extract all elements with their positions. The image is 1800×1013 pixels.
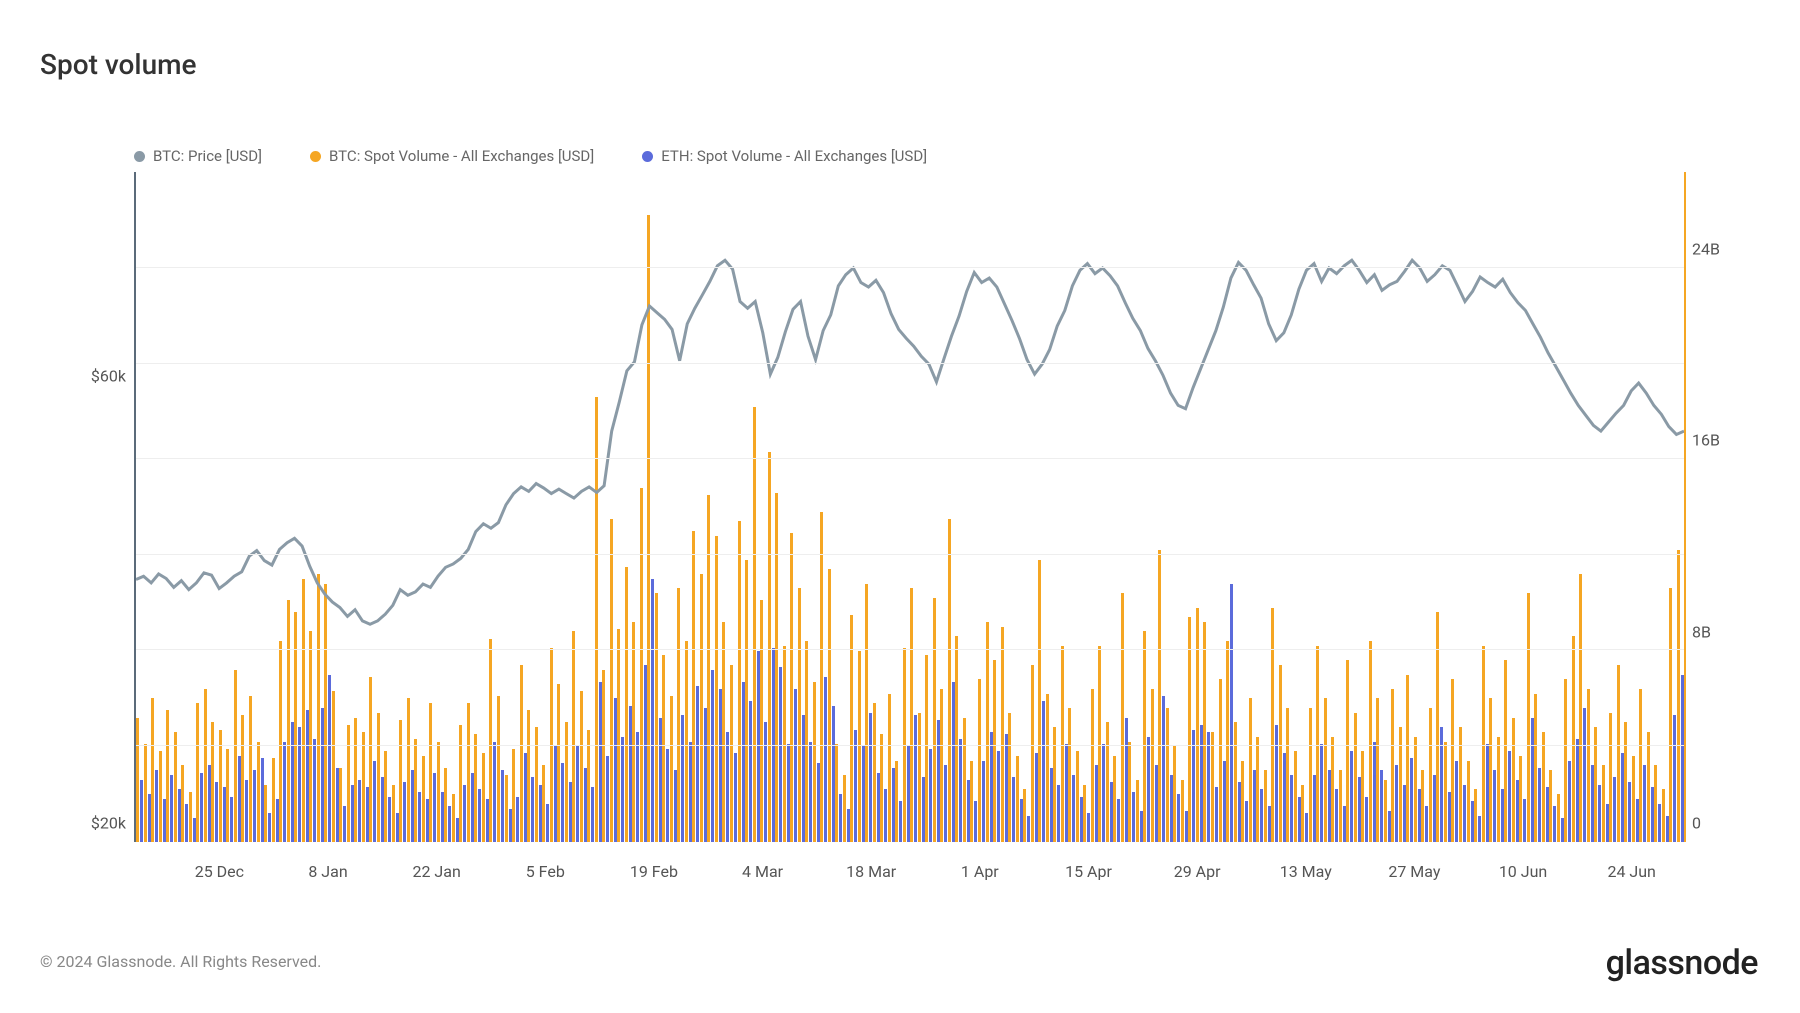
x-tick: 13 May <box>1280 862 1332 881</box>
x-tick: 5 Feb <box>526 862 565 881</box>
chart-area: $20k$60k08B16B24B 25 Dec8 Jan22 Jan5 Feb… <box>40 172 1760 892</box>
y-right-tick: 16B <box>1692 431 1746 450</box>
gridline <box>136 363 1684 364</box>
x-axis-labels: 25 Dec 8 Jan 22 Jan 5 Feb 19 Feb 4 Mar 18 Mar 1… <box>134 852 1686 892</box>
y-right-tick: 8B <box>1692 622 1746 641</box>
legend-label: ETH: Spot Volume - All Exchanges [USD] <box>661 147 927 165</box>
legend-dot-icon <box>642 151 653 162</box>
y-right-tick: 24B <box>1692 239 1746 258</box>
x-tick: 8 Jan <box>308 862 347 881</box>
legend-item: BTC: Price [USD] <box>134 147 262 165</box>
x-tick: 25 Dec <box>195 862 244 881</box>
x-tick: 22 Jan <box>412 862 460 881</box>
x-tick: 1 Apr <box>961 862 999 881</box>
chart-title: Spot volume <box>40 48 197 81</box>
gridline <box>136 745 1684 746</box>
y-left-tick: $60k <box>66 367 126 386</box>
legend: BTC: Price [USD] BTC: Spot Volume - All E… <box>134 147 927 165</box>
gridline <box>136 267 1684 268</box>
gridline <box>136 458 1684 459</box>
legend-item: BTC: Spot Volume - All Exchanges [USD] <box>310 147 594 165</box>
legend-label: BTC: Price [USD] <box>153 147 262 165</box>
x-tick: 4 Mar <box>742 862 783 881</box>
x-tick: 10 Jun <box>1499 862 1547 881</box>
gridline <box>136 554 1684 555</box>
brand-logo: glassnode <box>1606 943 1758 983</box>
line-layer <box>136 172 1684 842</box>
legend-dot-icon <box>310 151 321 162</box>
x-tick: 19 Feb <box>630 862 678 881</box>
y-left-tick: $20k <box>66 814 126 833</box>
x-tick: 15 Apr <box>1065 862 1112 881</box>
y-right-tick: 0 <box>1692 814 1746 833</box>
copyright-text: © 2024 Glassnode. All Rights Reserved. <box>40 952 321 971</box>
legend-item: ETH: Spot Volume - All Exchanges [USD] <box>642 147 927 165</box>
btc-price-line <box>136 260 1684 624</box>
gridline <box>136 649 1684 650</box>
legend-label: BTC: Spot Volume - All Exchanges [USD] <box>329 147 594 165</box>
x-tick: 29 Apr <box>1174 862 1221 881</box>
x-tick: 18 Mar <box>846 862 896 881</box>
x-tick: 27 May <box>1388 862 1440 881</box>
legend-dot-icon <box>134 151 145 162</box>
x-tick: 24 Jun <box>1607 862 1655 881</box>
plot-area: $20k$60k08B16B24B <box>134 172 1686 842</box>
